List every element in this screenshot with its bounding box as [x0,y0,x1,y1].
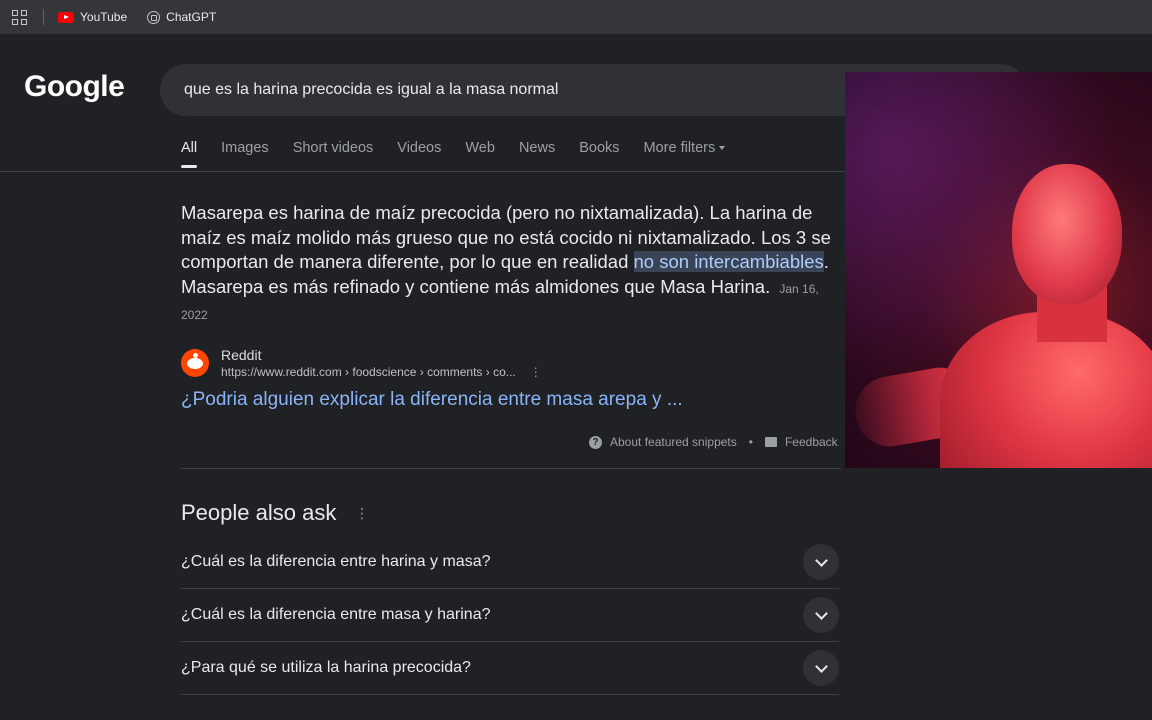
youtube-icon [58,11,74,23]
bookmark-youtube-label: YouTube [80,10,128,24]
source-name: Reddit [221,347,262,363]
chevron-down-icon[interactable] [803,597,839,633]
snippet-divider [181,468,841,469]
paa-question-text: ¿Cuál es la diferencia entre harina y ma… [181,553,491,570]
tab-news[interactable]: News [519,140,555,168]
apps-grid-icon[interactable] [12,9,27,25]
more-options-icon[interactable]: ⋮ [530,365,542,379]
paa-question[interactable]: ¿Para qué se utiliza la harina precocida… [181,642,839,695]
reddit-icon [181,349,209,377]
paa-more-icon[interactable]: ⋮ [355,505,369,522]
feedback-link[interactable]: Feedback [785,435,838,449]
bookmark-chatgpt[interactable]: ChatGPT [147,10,216,24]
paa-question[interactable]: ¿Cuál es la diferencia entre harina y ma… [181,536,839,589]
source-url: https://www.reddit.com › foodscience › c… [221,365,516,379]
bookmarks-bar: YouTube ChatGPT [0,0,1152,34]
webcam-overlay [845,72,1152,468]
tab-web[interactable]: Web [465,140,495,168]
tab-all[interactable]: All [181,140,198,168]
paa-question[interactable]: ¿Cuál es la diferencia entre masa y hari… [181,589,839,642]
bookmarks-divider [43,9,44,25]
help-icon: ? [589,435,602,449]
people-also-ask: ¿Cuál es la diferencia entre harina y ma… [181,536,839,695]
google-logo[interactable]: Google [24,70,125,104]
tab-videos[interactable]: Videos [397,140,441,168]
webcam-person-head [1012,164,1122,304]
tab-short-videos[interactable]: Short videos [293,140,374,168]
snippet-highlight: no son intercambiables [633,251,824,273]
search-tabs: All Images Short videos Videos Web News … [181,140,749,168]
more-filters-label: More filters [643,140,716,156]
tab-books[interactable]: Books [579,140,619,168]
feedback-icon [764,437,777,447]
about-featured-snippets[interactable]: About featured snippets [610,435,737,449]
chevron-down-icon[interactable] [803,650,839,686]
paa-question-text: ¿Cuál es la diferencia entre masa y hari… [181,606,491,623]
paa-question-text: ¿Para qué se utiliza la harina precocida… [181,659,471,676]
snippet-footer: ? About featured snippets • Feedback [589,435,838,449]
tabs-divider [0,171,845,172]
chevron-down-icon[interactable] [803,544,839,580]
featured-snippet-text: Masarepa es harina de maíz precocida (pe… [181,201,841,328]
bookmark-youtube[interactable]: YouTube [58,10,127,24]
paa-title: People also ask [181,500,337,525]
caret-down-icon [719,146,726,151]
tab-images[interactable]: Images [221,140,269,168]
tab-more-filters[interactable]: More filters [644,140,726,168]
snippet-source[interactable]: Reddit https://www.reddit.com › foodscie… [181,347,542,379]
snippet-result-link[interactable]: ¿Podria alguien explicar la diferencia e… [181,389,683,411]
chatgpt-icon [147,10,161,24]
separator-dot: • [748,435,753,449]
bookmark-chatgpt-label: ChatGPT [166,10,217,24]
search-input[interactable] [182,80,826,100]
